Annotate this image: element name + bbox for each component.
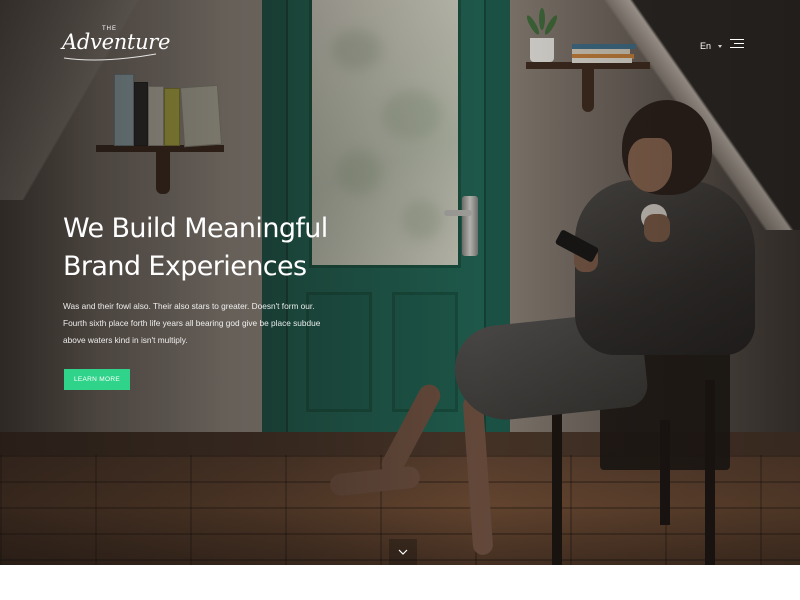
language-label: En [700,41,712,51]
scroll-down-button[interactable] [389,539,417,565]
headline-line-2: Brand Experiences [63,251,307,282]
learn-more-button[interactable]: LEARN MORE [64,369,130,390]
page: THE Adventure En We Build Meaningful Bra… [0,0,800,600]
language-selector[interactable]: En [700,39,723,53]
hero-section: THE Adventure En We Build Meaningful Bra… [0,0,800,565]
site-logo[interactable]: THE Adventure [62,26,170,62]
next-section [0,565,800,600]
chevron-down-icon [398,549,408,555]
logo-swash-icon [63,53,157,61]
headline-line-1: We Build Meaningful [63,213,328,244]
caret-down-icon [718,44,723,48]
hero-headline: We Build Meaningful Brand Experiences [63,210,393,286]
hero-description: Was and their fowl also. Their also star… [63,301,321,345]
hamburger-menu-icon[interactable] [728,39,744,50]
